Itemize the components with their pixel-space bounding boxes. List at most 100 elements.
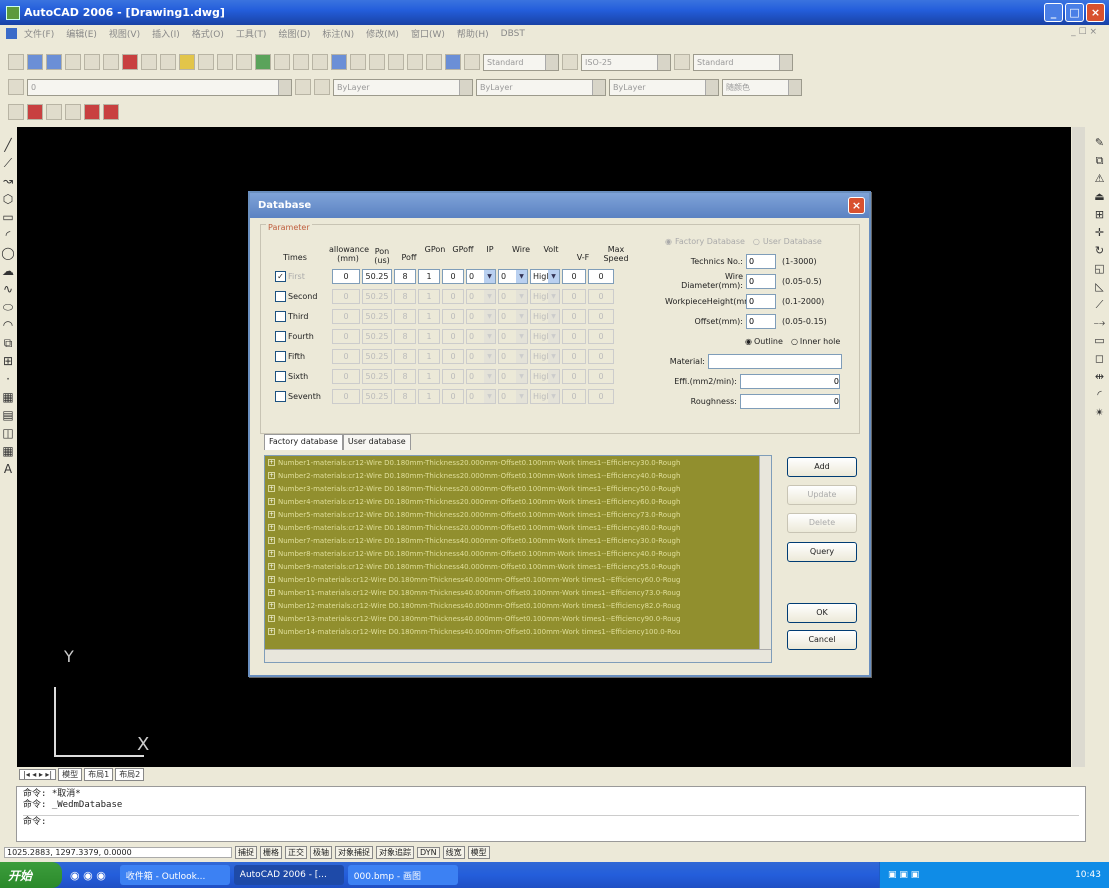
dim-style-icon[interactable] (562, 54, 578, 70)
menu-dimension[interactable]: 标注(N) (322, 27, 354, 40)
expand-plus-icon[interactable]: + (268, 589, 275, 596)
param-ip-select[interactable]: 0 (466, 388, 496, 404)
expand-plus-icon[interactable]: + (268, 537, 275, 544)
list-vertical-scrollbar[interactable] (759, 456, 771, 650)
param-pon-input[interactable]: 50.25 (362, 388, 392, 404)
menu-tools[interactable]: 工具(T) (236, 27, 267, 40)
wedm-stop-icon[interactable] (103, 104, 119, 120)
menu-edit[interactable]: 编辑(E) (66, 27, 97, 40)
design-center-icon[interactable] (350, 54, 366, 70)
param-allowance-input[interactable]: 0 (332, 388, 360, 404)
circle-icon[interactable]: ◯ (1, 245, 14, 261)
extend-icon[interactable]: ⤍ (1094, 315, 1105, 331)
point-icon[interactable]: · (6, 371, 10, 387)
text-style-icon[interactable] (464, 54, 480, 70)
dialog-close-icon[interactable]: × (848, 197, 865, 214)
hatch-icon[interactable]: ▦ (2, 389, 13, 405)
list-item[interactable]: + Number10-materials:cr12-Wire D0.180mm-T… (265, 573, 771, 586)
expand-plus-icon[interactable]: + (268, 459, 275, 466)
wedm-database-icon[interactable] (27, 104, 43, 120)
row-checkbox[interactable] (275, 350, 286, 362)
join-icon[interactable]: ◻ (1095, 351, 1104, 367)
dim-style-select[interactable]: ISO-25 (581, 53, 671, 71)
param-volt-select[interactable]: Higl (530, 368, 560, 384)
param-allowance-input[interactable]: 0 (332, 268, 360, 284)
param-pon-input[interactable]: 50.25 (362, 328, 392, 344)
grid-toggle[interactable]: 栅格 (260, 845, 282, 859)
redo-icon[interactable] (236, 54, 252, 70)
rectangle-icon[interactable]: ▭ (2, 209, 13, 225)
break-icon[interactable]: ▭ (1094, 333, 1104, 349)
param-wire-select[interactable]: 0 (498, 388, 528, 404)
row-checkbox[interactable] (275, 330, 286, 342)
ok-button[interactable]: OK (787, 603, 857, 623)
publish-icon[interactable] (103, 54, 119, 70)
ellipse-arc-icon[interactable]: ◠ (3, 317, 13, 333)
cancel-button[interactable]: Cancel (787, 630, 857, 650)
tab-factory-database[interactable]: Factory database (264, 434, 343, 450)
param-volt-select[interactable]: Higl (530, 328, 560, 344)
rotate-icon[interactable]: ↻ (1095, 243, 1104, 259)
line-icon[interactable]: ╱ (4, 137, 11, 153)
list-item[interactable]: + Number14-materials:cr12-Wire D0.180mm-T… (265, 625, 771, 638)
param-pon-input[interactable]: 50.25 (362, 268, 392, 284)
layer-manager-icon[interactable] (8, 79, 24, 95)
multiline-text-icon[interactable]: A (4, 461, 12, 477)
row-checkbox[interactable] (275, 370, 286, 382)
maximize-button[interactable]: □ (1065, 3, 1084, 22)
fillet-icon[interactable]: ◜ (1097, 387, 1101, 403)
close-window-button[interactable]: × (1086, 3, 1105, 22)
expand-plus-icon[interactable]: + (268, 550, 275, 557)
param-pon-input[interactable]: 50.25 (362, 308, 392, 324)
expand-plus-icon[interactable]: + (268, 524, 275, 531)
param-allowance-input[interactable]: 0 (332, 348, 360, 364)
cut-icon[interactable] (122, 54, 138, 70)
table-style-select[interactable]: Standard (693, 53, 793, 71)
list-item[interactable]: + Number3-materials:cr12-Wire D0.180mm-Th… (265, 482, 771, 495)
param-poff-input[interactable]: 8 (394, 348, 416, 364)
expand-plus-icon[interactable]: + (268, 628, 275, 635)
command-input[interactable]: 命令: (23, 815, 1079, 828)
param-vf-input[interactable]: 0 (562, 388, 586, 404)
table-icon[interactable]: ▦ (2, 443, 13, 459)
osnap-toggle[interactable]: 对象捕捉 (335, 845, 373, 859)
arc-icon[interactable]: ◜ (6, 227, 11, 243)
param-gpoff-input[interactable]: 0 (442, 368, 464, 384)
list-item[interactable]: + Number5-materials:cr12-Wire D0.180mm-Th… (265, 508, 771, 521)
expand-plus-icon[interactable]: + (268, 576, 275, 583)
save-icon[interactable] (46, 54, 62, 70)
drawing-vertical-scrollbar[interactable] (1072, 127, 1085, 767)
param-gpoff-input[interactable]: 0 (442, 348, 464, 364)
paste-icon[interactable] (160, 54, 176, 70)
roughness-input[interactable] (740, 393, 840, 409)
menu-file[interactable]: 文件(F) (24, 27, 54, 40)
param-volt-select[interactable]: Higl (530, 388, 560, 404)
param-volt-select[interactable]: Higl (530, 308, 560, 324)
param-ip-select[interactable]: 0 (466, 368, 496, 384)
task-outlook[interactable]: 收件箱 - Outlook... (119, 865, 230, 885)
param-wire-select[interactable]: 0 (498, 368, 528, 384)
param-gpon-input[interactable]: 1 (418, 388, 440, 404)
trim-icon[interactable]: ⟋ (1096, 297, 1104, 313)
lineweight-select[interactable]: ByLayer (609, 78, 719, 96)
erase-icon[interactable]: ✎ (1095, 135, 1104, 151)
list-item[interactable]: + Number8-materials:cr12-Wire D0.180mm-Th… (265, 547, 771, 560)
ellipse-icon[interactable]: ⬭ (3, 299, 13, 315)
tab-layout2[interactable]: 布局2 (115, 768, 145, 781)
row-checkbox[interactable]: ✓ (275, 270, 286, 282)
param-vf-input[interactable]: 0 (562, 268, 586, 284)
outline-radio[interactable]: ◉ (745, 337, 752, 346)
param-wire-select[interactable]: 0 (498, 268, 528, 284)
zoom-previous-icon[interactable] (312, 54, 328, 70)
document-menu-icon[interactable] (6, 28, 17, 39)
efficiency-input[interactable] (740, 373, 840, 389)
wedm-tool-icon[interactable] (8, 104, 24, 120)
expand-plus-icon[interactable]: + (268, 615, 275, 622)
param-ip-select[interactable]: 0 (466, 288, 496, 304)
task-autocad[interactable]: AutoCAD 2006 - [... (233, 865, 344, 885)
param-allowance-input[interactable]: 0 (332, 368, 360, 384)
mirror-icon[interactable]: ⚠ (1095, 171, 1105, 187)
param-ip-select[interactable]: 0 (466, 268, 496, 284)
offset-icon[interactable]: ⏏ (1094, 189, 1104, 205)
param-allowance-input[interactable]: 0 (332, 288, 360, 304)
